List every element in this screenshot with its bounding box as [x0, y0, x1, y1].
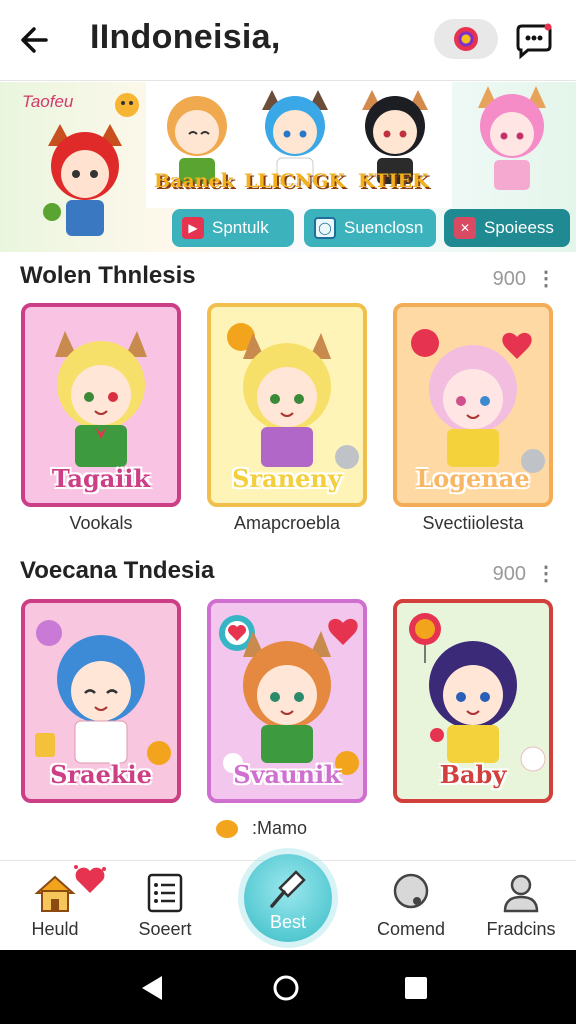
- card-name: Baby: [439, 760, 507, 789]
- card-caption: Amapcroebla: [233, 513, 341, 533]
- card-name: Logenae: [416, 464, 530, 493]
- more-icon[interactable]: ⋮: [536, 268, 556, 290]
- nav-label: Comend: [376, 919, 446, 939]
- home-circle-icon[interactable]: [272, 974, 300, 1002]
- recents-square-icon[interactable]: [404, 976, 428, 1000]
- card-name: Svaunik: [233, 760, 341, 789]
- mini-row-label: :Mamo: [252, 818, 308, 838]
- spatula-icon: [270, 870, 306, 908]
- card-caption: Vookals: [69, 513, 133, 533]
- record-icon: [454, 27, 478, 51]
- banner-button-spntulk[interactable]: ▶ Spntulk: [172, 209, 294, 247]
- banner-item-label: KTIEK: [358, 170, 429, 192]
- card-name: Tagaiik: [51, 464, 151, 493]
- card-caption: Svectiiolesta: [422, 513, 524, 533]
- section-count[interactable]: 900 ⋮: [493, 266, 556, 291]
- nav-label: Fradcins: [486, 919, 556, 939]
- promo-banner[interactable]: Taofeu Baanek LLICNGK KTIEK ▶ Spntulk ◯ …: [0, 82, 576, 252]
- nav-label: Best: [269, 912, 307, 932]
- banner-character-right: [478, 86, 546, 190]
- record-button[interactable]: [434, 19, 498, 59]
- top-bar: IIndoneisia,: [0, 0, 576, 81]
- system-navigation-bar: [0, 950, 576, 1024]
- person-icon: [503, 874, 539, 913]
- section-count-value: 900: [492, 268, 526, 290]
- coin-icon: [216, 819, 238, 838]
- banner-mascot: [115, 93, 139, 117]
- section-title: Voecana Tndesia: [20, 557, 215, 584]
- banner-button-spoieess[interactable]: ✕ Spoieess: [444, 209, 570, 247]
- x-icon: ✕: [454, 217, 476, 239]
- card-name: Sraekie: [50, 760, 152, 789]
- nav-item-comend[interactable]: Comend: [356, 861, 466, 951]
- section-title: Wolen Thnlesis: [20, 262, 196, 289]
- banner-button-label: Spoieess: [484, 218, 554, 237]
- banner-button-label: Spntulk: [212, 218, 269, 237]
- mini-row[interactable]: :Mamo: [216, 818, 307, 839]
- page-title: IIndoneisia,: [90, 18, 281, 56]
- nav-item-heuld[interactable]: Heuld: [0, 861, 110, 951]
- card-name: Sraneny: [232, 464, 342, 493]
- character-card-sraneny[interactable]: Sraneny: [207, 303, 367, 507]
- heart-icon: [74, 865, 106, 893]
- nav-item-soeert[interactable]: Soeert: [110, 861, 220, 951]
- nav-item-best[interactable]: Best: [244, 854, 332, 942]
- banner-tag: Taofeu: [22, 92, 74, 111]
- list-icon: [147, 873, 183, 913]
- banner-character-left: [43, 124, 122, 236]
- chat-icon[interactable]: [512, 20, 556, 60]
- banner-button-label: Suenclosn: [344, 218, 424, 237]
- back-triangle-icon[interactable]: [140, 974, 166, 1002]
- search-icon: [393, 873, 429, 909]
- character-card-logenae[interactable]: Logenae: [393, 303, 553, 507]
- nav-label: Soeert: [138, 919, 192, 939]
- circle-icon: ◯: [314, 217, 336, 239]
- character-card-sraekie[interactable]: Sraekie: [21, 599, 181, 803]
- section-count[interactable]: 900 ⋮: [493, 561, 556, 586]
- section-count-value: 900: [492, 563, 526, 585]
- arrow-left-icon[interactable]: [16, 20, 56, 60]
- play-icon: ▶: [182, 217, 204, 239]
- nav-item-fradcins[interactable]: Fradcins: [466, 861, 576, 951]
- banner-item-label: Baanek: [154, 170, 234, 192]
- character-card-baby[interactable]: Baby: [393, 599, 553, 803]
- nav-label: Heuld: [31, 919, 79, 939]
- character-card-svaunik[interactable]: Svaunik: [207, 599, 367, 803]
- more-icon[interactable]: ⋮: [536, 563, 556, 585]
- home-icon: [34, 875, 76, 912]
- banner-item-label: LLICNGK: [244, 170, 345, 192]
- character-card-tagaiik[interactable]: Tagaiik: [21, 303, 181, 507]
- banner-button-suenclosn[interactable]: ◯ Suenclosn: [304, 209, 436, 247]
